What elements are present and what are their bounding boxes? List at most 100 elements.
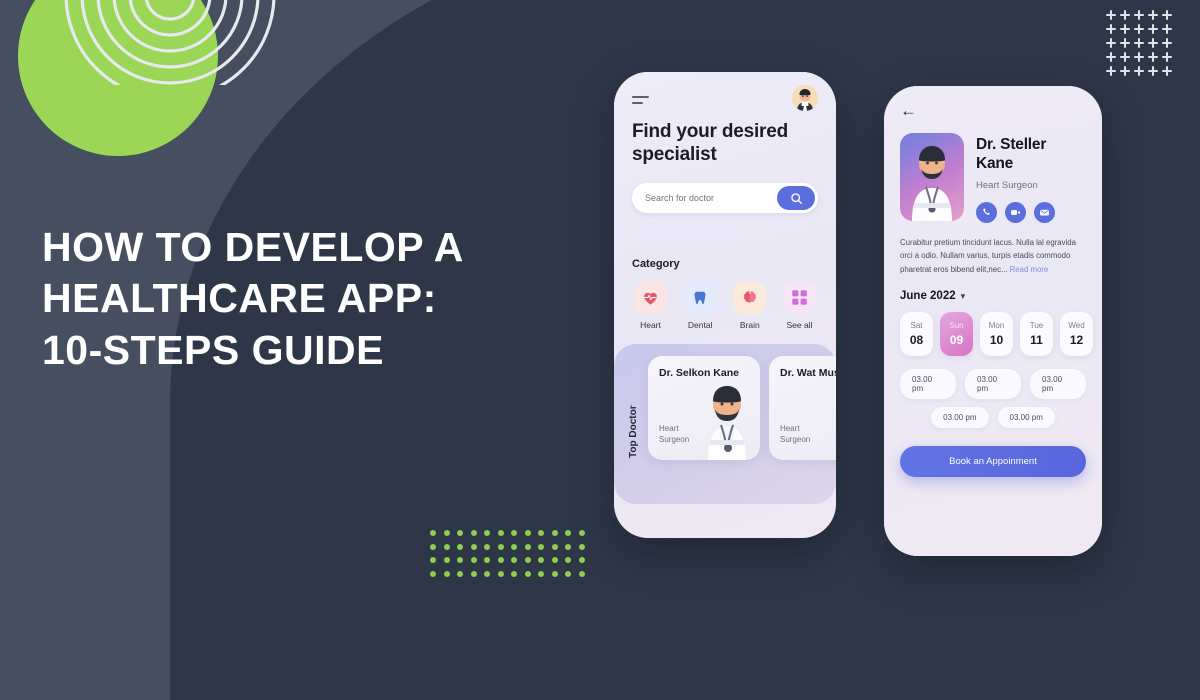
brain-icon — [733, 281, 767, 314]
dot — [538, 530, 544, 536]
dot — [484, 570, 490, 577]
date-weekday: Sat — [910, 321, 923, 331]
video-icon[interactable] — [1005, 201, 1026, 223]
date-picker: Sat 08 Sun 09 Mon 10 Tue 11 Wed 12 — [900, 312, 1093, 357]
dot — [484, 557, 490, 563]
date-number: 08 — [909, 333, 924, 348]
date-weekday: Mon — [988, 321, 1005, 331]
dot — [430, 570, 436, 577]
date-option[interactable]: Wed 12 — [1060, 312, 1093, 357]
phone1-body: Category Heart Dental Brain See all Top … — [614, 244, 836, 504]
avatar[interactable] — [792, 85, 818, 111]
dot — [443, 530, 450, 536]
date-weekday: Tue — [1029, 321, 1044, 331]
dot — [457, 570, 463, 577]
doctor-role: Heart Surgeon — [659, 423, 690, 445]
doctor-bio-text: Curabitur pretium tincidunt lacus. Nulla… — [900, 237, 1076, 274]
dot — [511, 557, 517, 563]
dot — [578, 543, 585, 550]
dot — [565, 557, 571, 563]
month-selector[interactable]: June 2022 ▾ — [900, 290, 1086, 302]
phone1-title: Find your desired specialist — [632, 121, 789, 166]
doctor-role: Heart Surgeon — [976, 179, 1038, 191]
dot — [430, 557, 436, 563]
date-option[interactable]: Sat 08 — [900, 312, 933, 357]
mail-icon[interactable] — [1034, 201, 1055, 223]
dot — [484, 543, 490, 550]
category-item-brain[interactable]: Brain — [731, 281, 768, 330]
doctor-photo — [900, 133, 964, 221]
dot — [524, 543, 531, 550]
phone-icon[interactable] — [976, 201, 997, 223]
time-slot[interactable]: 03.00 pm — [900, 369, 956, 400]
search-bar[interactable] — [632, 183, 818, 214]
dot — [551, 570, 558, 577]
dot — [484, 530, 490, 536]
grid-icon — [782, 281, 816, 314]
dot — [470, 570, 477, 577]
book-appointment-button[interactable]: Book an Appoinment — [900, 446, 1086, 478]
dot — [457, 530, 463, 536]
dot — [578, 530, 585, 536]
dot — [538, 543, 544, 550]
category-section-title: Category — [632, 258, 680, 270]
dot — [430, 543, 436, 550]
dot — [511, 530, 517, 536]
doctor-name: Dr. Steller Kane — [976, 136, 1047, 172]
menu-icon[interactable] — [632, 96, 649, 104]
phone2-body: ← Dr. Steller Kane Heart Surgeon Curabit… — [884, 86, 1102, 556]
phone1-header: Find your desired specialist — [614, 72, 836, 244]
search-input[interactable] — [645, 193, 777, 204]
category-item-dental[interactable]: Dental — [682, 281, 719, 330]
time-slot-list: 03.00 pm 03.00 pm 03.00 pm 03.00 pm 03.00 p… — [900, 369, 1086, 429]
date-number: 09 — [949, 333, 964, 348]
tooth-icon — [683, 281, 717, 314]
date-number: 12 — [1069, 333, 1084, 348]
date-number: 10 — [989, 333, 1004, 348]
dot — [524, 530, 531, 536]
category-item-see-all[interactable]: See all — [781, 281, 818, 330]
date-option[interactable]: Tue 11 — [1020, 312, 1053, 357]
dot — [443, 570, 450, 577]
dot — [538, 557, 544, 563]
page-title: HOW TO DEVELOP A HEALTHCARE APP: 10-STEP… — [42, 222, 464, 376]
month-label: June 2022 — [900, 290, 956, 303]
dot — [497, 570, 504, 577]
dot — [578, 570, 585, 577]
search-icon — [790, 193, 802, 204]
doctor-profile-header: Dr. Steller Kane Heart Surgeon — [900, 133, 1086, 223]
back-arrow-icon[interactable]: ← — [900, 102, 918, 119]
time-slot-row-1: 03.00 pm 03.00 pm 03.00 pm — [900, 369, 1086, 400]
dot — [470, 530, 477, 536]
search-button[interactable] — [777, 186, 815, 211]
category-label: Heart — [640, 320, 661, 330]
cross-pattern-decoration — [1106, 10, 1172, 76]
phone-mockup-search: Find your desired specialist Category — [614, 72, 836, 538]
read-more-link[interactable]: Read more — [1010, 265, 1049, 274]
date-option[interactable]: Sun 09 — [940, 312, 973, 357]
dot-pattern-decoration — [430, 530, 585, 577]
date-weekday: Sun — [949, 321, 964, 331]
phone-mockup-detail: ← Dr. Steller Kane Heart Surgeon Curabit… — [884, 86, 1102, 556]
time-slot[interactable]: 03.00 pm — [931, 407, 989, 429]
doctor-bio: Curabitur pretium tincidunt lacus. Nulla… — [900, 236, 1086, 276]
time-slot[interactable]: 03.00 pm — [997, 407, 1055, 429]
time-slot[interactable]: 03.00 pm — [1030, 369, 1086, 400]
dot — [551, 543, 558, 550]
dot — [551, 557, 558, 563]
dot — [443, 543, 450, 550]
doctor-card[interactable]: Dr. Selkon Kane Heart Surgeon — [648, 356, 760, 460]
dot — [511, 570, 517, 577]
doctor-photo — [708, 386, 746, 460]
contact-actions — [976, 201, 1086, 223]
time-slot[interactable]: 03.00 pm — [965, 369, 1021, 400]
doctor-card[interactable]: Dr. Wat Mushe Heart Surgeon — [769, 356, 836, 460]
dot — [430, 530, 436, 536]
date-option[interactable]: Mon 10 — [980, 312, 1013, 357]
page-title-line-1: HOW TO DEVELOP A — [42, 224, 464, 270]
dot — [470, 543, 477, 550]
doctor-info: Dr. Steller Kane Heart Surgeon — [976, 133, 1086, 223]
dot — [565, 530, 571, 536]
dot — [470, 557, 477, 563]
category-item-heart[interactable]: Heart — [632, 281, 669, 330]
